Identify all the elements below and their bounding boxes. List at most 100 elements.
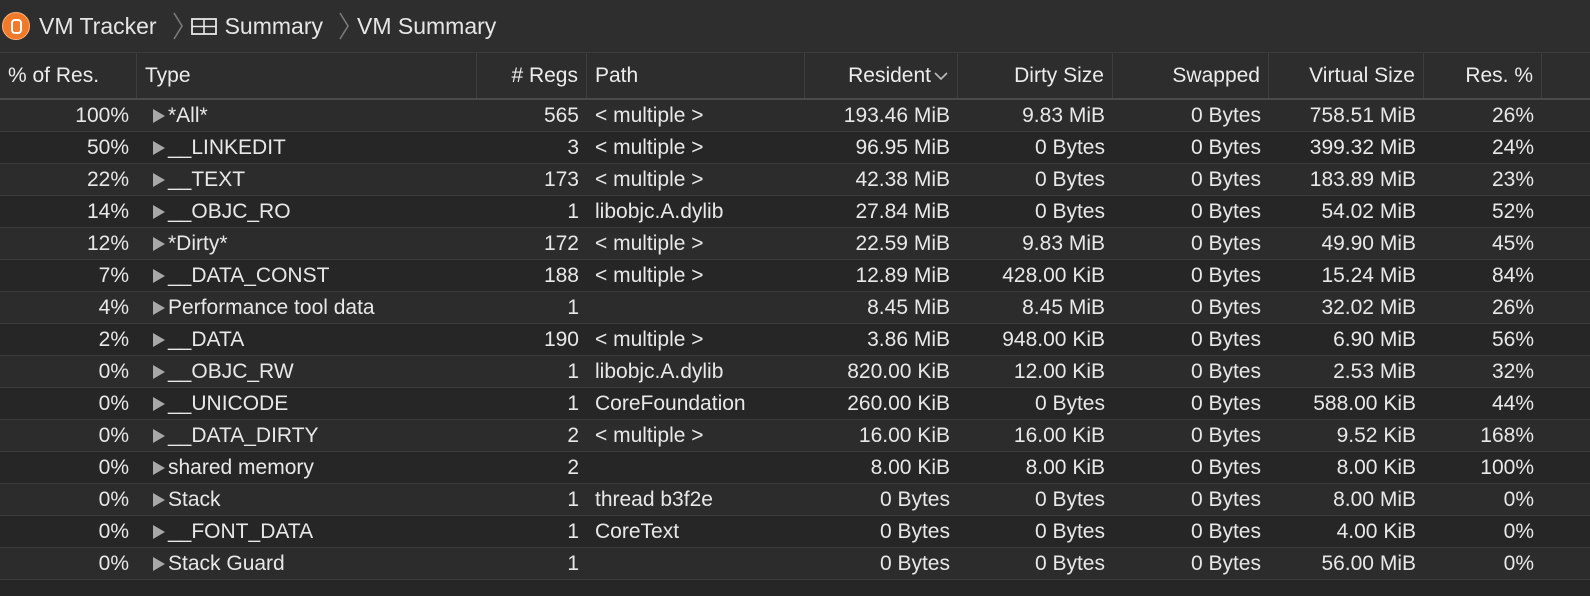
cell-virtual-size-text: 56.00 MiB <box>1321 551 1416 575</box>
cell-swapped-text: 0 Bytes <box>1190 487 1261 511</box>
cell-virtual-size-text: 32.02 MiB <box>1321 295 1416 319</box>
table-row[interactable]: 0% __OBJC_RW 1 libobjc.A.dylib 820.00 KiB 12.… <box>0 356 1590 388</box>
breadcrumb-item-vm-tracker[interactable]: VM Tracker <box>2 0 157 53</box>
cell-type: Performance tool data <box>137 292 477 323</box>
disclosure-triangle-icon[interactable] <box>151 235 167 253</box>
cell-virtual-size-text: 9.52 KiB <box>1336 423 1416 447</box>
cell-type-text: Performance tool data <box>168 295 375 319</box>
cell-pct-of-res: 22% <box>0 164 137 195</box>
disclosure-triangle-icon[interactable] <box>151 299 167 317</box>
cell-swapped-text: 0 Bytes <box>1190 455 1261 479</box>
table-row[interactable]: 12% *Dirty* 172 < multiple > 22.59 MiB 9.83 M… <box>0 228 1590 260</box>
column-header-path[interactable]: Path <box>587 53 805 98</box>
cell-path: libobjc.A.dylib <box>587 356 805 387</box>
breadcrumb-item-summary[interactable]: Summary <box>190 0 323 53</box>
cell-virtual-size: 6.90 MiB <box>1269 324 1424 355</box>
disclosure-triangle-icon[interactable] <box>151 363 167 381</box>
cell-dirty-size: 0 Bytes <box>958 484 1113 515</box>
cell-type-text: Stack <box>168 487 221 511</box>
cell-path <box>587 452 805 483</box>
cell-resident: 3.86 MiB <box>805 324 958 355</box>
disclosure-triangle-icon[interactable] <box>151 395 167 413</box>
column-header-res-pct[interactable]: Res. % <box>1424 53 1542 98</box>
table-row[interactable]: 0% Stack Guard 1 0 Bytes 0 Bytes 0 Bytes 56.00… <box>0 548 1590 580</box>
column-header-filler <box>1542 53 1590 98</box>
column-header-virtual-size[interactable]: Virtual Size <box>1269 53 1424 98</box>
cell-path-text: CoreFoundation <box>595 391 746 415</box>
disclosure-triangle-icon[interactable] <box>151 555 167 573</box>
cell-virtual-size: 9.52 KiB <box>1269 420 1424 451</box>
table-row[interactable]: 22% __TEXT 173 < multiple > 42.38 MiB 0 Bytes… <box>0 164 1590 196</box>
cell-regions: 173 <box>477 164 587 195</box>
disclosure-triangle-icon[interactable] <box>151 491 167 509</box>
table-row[interactable]: 0% shared memory 2 8.00 KiB 8.00 KiB 0 Bytes 8… <box>0 452 1590 484</box>
cell-dirty-size: 0 Bytes <box>958 516 1113 547</box>
cell-path-text: < multiple > <box>595 231 704 255</box>
cell-type: __OBJC_RO <box>137 196 477 227</box>
column-header-regions[interactable]: # Regs <box>477 53 587 98</box>
column-header-dirty-size[interactable]: Dirty Size <box>958 53 1113 98</box>
column-header-type[interactable]: Type <box>137 53 477 98</box>
disclosure-triangle-icon[interactable] <box>151 107 167 125</box>
cell-swapped-text: 0 Bytes <box>1190 199 1261 223</box>
cell-swapped: 0 Bytes <box>1113 260 1269 291</box>
cell-pct-of-res: 7% <box>0 260 137 291</box>
cell-path: thread b3f2e <box>587 484 805 515</box>
table-row[interactable]: 2% __DATA 190 < multiple > 3.86 MiB 948.00 Ki… <box>0 324 1590 356</box>
cell-regions: 1 <box>477 292 587 323</box>
disclosure-triangle-icon[interactable] <box>151 459 167 477</box>
cell-pct-of-res-text: 2% <box>98 327 129 351</box>
table-row[interactable]: 14% __OBJC_RO 1 libobjc.A.dylib 27.84 MiB 0 B… <box>0 196 1590 228</box>
cell-swapped-text: 0 Bytes <box>1190 231 1261 255</box>
cell-swapped: 0 Bytes <box>1113 292 1269 323</box>
table-row[interactable]: 100% *All* 565 < multiple > 193.46 MiB 9.83 M… <box>0 100 1590 132</box>
table-row[interactable]: 0% Stack 1 thread b3f2e 0 Bytes 0 Bytes 0 Byte… <box>0 484 1590 516</box>
cell-dirty-size: 428.00 KiB <box>958 260 1113 291</box>
cell-resident-text: 42.38 MiB <box>855 167 950 191</box>
table-row[interactable]: 0% __DATA_DIRTY 2 < multiple > 16.00 KiB 16.0… <box>0 420 1590 452</box>
vm-summary-table: % of Res. Type # Regs Path Resident Dirt… <box>0 53 1590 580</box>
table-row[interactable]: 4% Performance tool data 1 8.45 MiB 8.45 MiB… <box>0 292 1590 324</box>
cell-res-pct: 84% <box>1424 260 1542 291</box>
cell-res-pct-text: 168% <box>1480 423 1534 447</box>
cell-regions: 2 <box>477 420 587 451</box>
cell-virtual-size: 588.00 KiB <box>1269 388 1424 419</box>
chevron-right-icon <box>337 11 351 41</box>
disclosure-triangle-icon[interactable] <box>151 139 167 157</box>
cell-resident: 8.45 MiB <box>805 292 958 323</box>
table-row[interactable]: 0% __FONT_DATA 1 CoreText 0 Bytes 0 Bytes 0 By… <box>0 516 1590 548</box>
cell-swapped-text: 0 Bytes <box>1190 519 1261 543</box>
cell-virtual-size: 49.90 MiB <box>1269 228 1424 259</box>
cell-resident-text: 0 Bytes <box>879 487 950 511</box>
column-header-swapped[interactable]: Swapped <box>1113 53 1269 98</box>
chevron-right-icon <box>171 11 185 41</box>
column-header-resident[interactable]: Resident <box>805 53 958 98</box>
cell-filler <box>1542 420 1590 451</box>
cell-pct-of-res-text: 0% <box>98 423 129 447</box>
disclosure-triangle-icon[interactable] <box>151 267 167 285</box>
disclosure-triangle-icon[interactable] <box>151 203 167 221</box>
disclosure-triangle-icon[interactable] <box>151 427 167 445</box>
breadcrumb-label: Summary <box>224 12 323 39</box>
cell-type: __DATA <box>137 324 477 355</box>
cell-virtual-size: 8.00 KiB <box>1269 452 1424 483</box>
cell-virtual-size-text: 49.90 MiB <box>1321 231 1416 255</box>
cell-type: __FONT_DATA <box>137 516 477 547</box>
table-row[interactable]: 50% __LINKEDIT 3 < multiple > 96.95 MiB 0 Byt… <box>0 132 1590 164</box>
cell-regions-text: 1 <box>567 199 579 223</box>
cell-dirty-size: 948.00 KiB <box>958 324 1113 355</box>
table-row[interactable]: 7% __DATA_CONST 188 < multiple > 12.89 MiB 42… <box>0 260 1590 292</box>
table-row[interactable]: 0% __UNICODE 1 CoreFoundation 260.00 KiB 0 By… <box>0 388 1590 420</box>
cell-res-pct: 24% <box>1424 132 1542 163</box>
disclosure-triangle-icon[interactable] <box>151 523 167 541</box>
breadcrumb-item-vm-summary[interactable]: VM Summary <box>357 0 496 53</box>
cell-dirty-size-text: 8.00 KiB <box>1025 455 1105 479</box>
cell-pct-of-res-text: 4% <box>98 295 129 319</box>
cell-resident-text: 8.45 MiB <box>867 295 950 319</box>
disclosure-triangle-icon[interactable] <box>151 331 167 349</box>
cell-res-pct-text: 56% <box>1491 327 1534 351</box>
cell-regions: 1 <box>477 388 587 419</box>
cell-pct-of-res-text: 14% <box>86 199 129 223</box>
disclosure-triangle-icon[interactable] <box>151 171 167 189</box>
column-header-pct-of-res[interactable]: % of Res. <box>0 53 137 98</box>
